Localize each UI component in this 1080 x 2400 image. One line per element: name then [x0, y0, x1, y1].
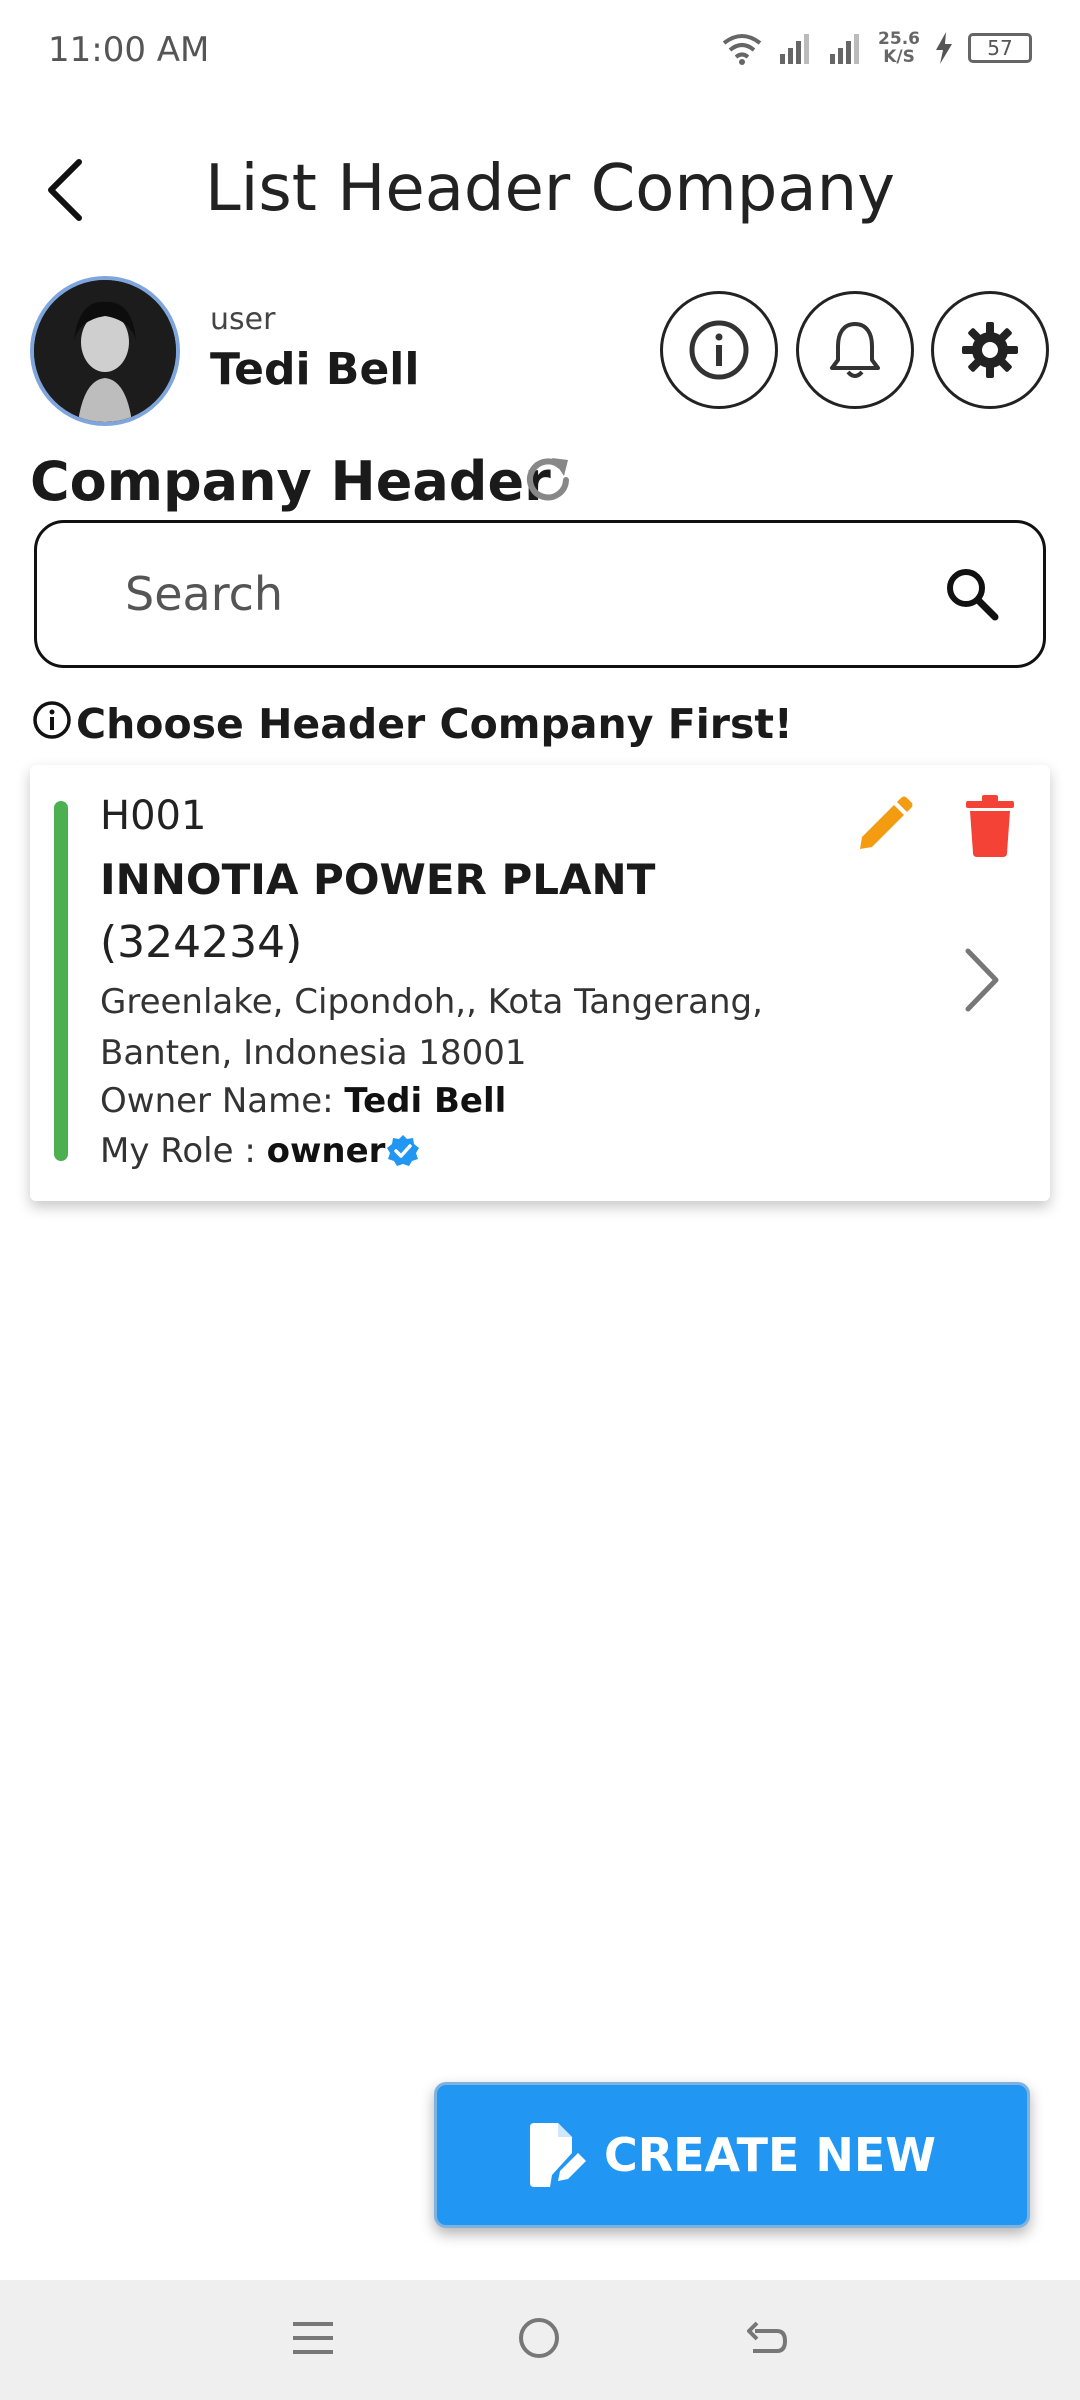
search-icon[interactable]: [943, 565, 1001, 623]
user-name: Tedi Bell: [210, 344, 420, 395]
card-status-bar: [54, 801, 68, 1161]
hint-text: Choose Header Company First!: [76, 700, 793, 748]
speed-value: 25.6: [878, 29, 920, 49]
charging-icon: [936, 32, 952, 64]
signal-icon-2: [830, 34, 860, 64]
settings-button[interactable]: [931, 291, 1049, 409]
user-role-label: user: [210, 302, 276, 337]
chevron-right-icon: [965, 948, 999, 1012]
search-input[interactable]: [123, 566, 943, 622]
notification-button[interactable]: [796, 291, 914, 409]
hint-info-icon: [32, 700, 72, 744]
create-new-label: CREATE NEW: [603, 2128, 937, 2182]
info-outline-icon: [33, 701, 71, 739]
nav-back-button[interactable]: [743, 2317, 789, 2363]
company-address: Greenlake, Cipondoh,, Kota Tangerang, Ba…: [100, 982, 763, 1073]
company-code: H001: [100, 793, 207, 839]
company-name: INNOTIA POWER PLANT: [100, 855, 656, 904]
search-bar: [34, 520, 1046, 668]
network-speed: 25.6 K/S: [878, 30, 920, 66]
refresh-button[interactable]: [520, 452, 576, 512]
system-nav-bar: [0, 2280, 1080, 2400]
wifi-icon: [722, 34, 762, 65]
battery-icon: 57: [968, 33, 1032, 63]
signal-icon: [780, 34, 810, 64]
menu-icon: [292, 2322, 333, 2354]
edit-button[interactable]: [852, 795, 914, 861]
section-title: Company Header: [30, 450, 551, 513]
page-title: List Header Company: [204, 152, 896, 226]
pencil-icon: [860, 796, 913, 849]
owner-label: Owner Name:: [100, 1081, 345, 1121]
company-card[interactable]: H001 INNOTIA POWER PLANT (324234) Greenl…: [30, 765, 1050, 1201]
bell-icon: [830, 322, 880, 378]
role-line: My Role : owner: [100, 1131, 421, 1171]
avatar[interactable]: [30, 276, 180, 426]
refresh-icon: [527, 458, 569, 501]
home-circle-icon: [518, 2318, 559, 2358]
info-icon: [689, 320, 749, 380]
gear-icon: [962, 322, 1018, 378]
trash-icon: [966, 795, 1014, 857]
verified-icon: [387, 1135, 420, 1166]
nav-home-button[interactable]: [516, 2315, 562, 2365]
owner-name: Tedi Bell: [344, 1081, 507, 1121]
open-company-button[interactable]: [960, 945, 1004, 1019]
info-button[interactable]: [660, 291, 778, 409]
company-number: (324234): [100, 917, 303, 968]
status-time: 11:00 AM: [48, 30, 210, 70]
delete-button[interactable]: [964, 795, 1016, 861]
role-value: owner: [266, 1131, 386, 1171]
battery-level: 57: [987, 36, 1013, 60]
avatar-image: [34, 280, 176, 422]
back-nav-icon: [747, 2321, 788, 2353]
speed-unit: K/S: [883, 47, 915, 67]
document-edit-icon: [529, 2123, 586, 2187]
status-icons: 25.6 K/S 57: [720, 30, 1032, 66]
role-label: My Role :: [100, 1131, 267, 1171]
create-new-button[interactable]: CREATE NEW: [434, 2082, 1030, 2228]
nav-menu-button[interactable]: [291, 2318, 335, 2362]
owner-line: Owner Name: Tedi Bell: [100, 1081, 506, 1121]
